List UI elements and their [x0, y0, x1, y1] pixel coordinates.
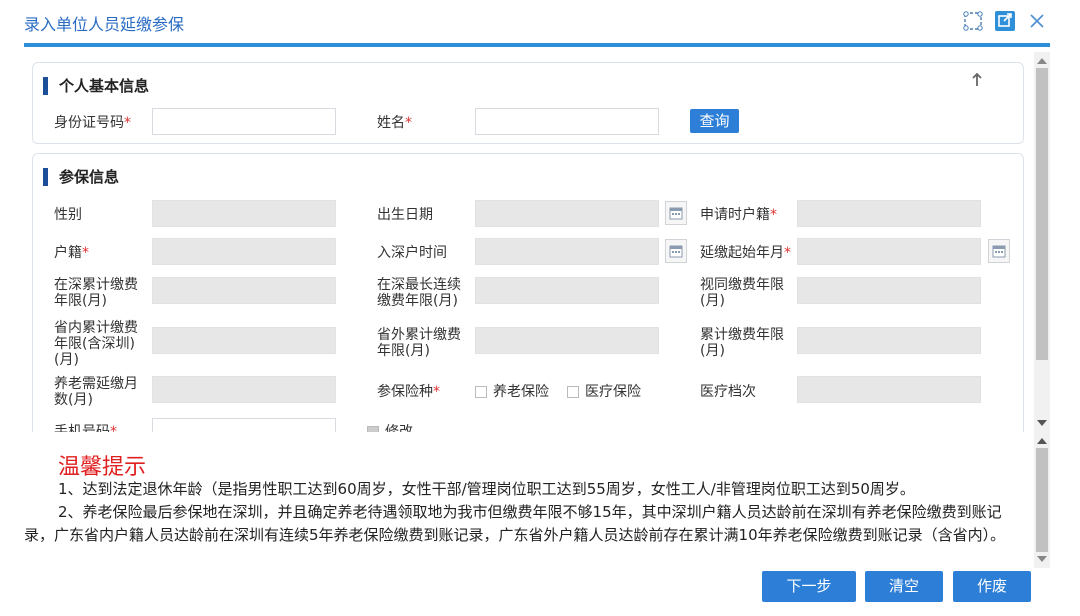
medical-checkbox[interactable]: 医疗保险	[567, 384, 641, 400]
pension-need-months-field	[152, 376, 336, 403]
enter-sz-date-label: 入深户时间	[377, 245, 447, 261]
insurance-types-label-text: 参保险种	[377, 384, 433, 400]
phone-input[interactable]	[152, 418, 336, 432]
calendar-icon[interactable]	[988, 239, 1010, 263]
form-scroll-area: 个人基本信息 身份证号码* 姓名* 查询 参保信息 性别 出生日期 申请时户籍*…	[24, 52, 1030, 432]
modify-checkbox-box[interactable]	[367, 426, 379, 432]
required-mark: *	[82, 245, 89, 261]
section-marker	[43, 167, 48, 186]
insurance-types-label: 参保险种*	[377, 384, 440, 400]
name-input[interactable]	[475, 108, 659, 135]
dialog-titlebar: 录入单位人员延缴参保	[0, 0, 1080, 44]
pension-checkbox[interactable]: 养老保险	[475, 384, 549, 400]
equiv-months-field	[797, 277, 981, 304]
collapse-up-icon[interactable]	[971, 72, 983, 91]
insurance-info-header: 参保信息	[43, 166, 119, 187]
medical-checkbox-label: 医疗保险	[585, 384, 641, 400]
hukou-label-text: 户籍	[54, 245, 82, 261]
dialog-title: 录入单位人员延缴参保	[24, 15, 185, 34]
required-mark: *	[433, 384, 440, 400]
enter-sz-date-field	[475, 238, 659, 265]
scroll-down-arrow[interactable]	[1037, 556, 1047, 562]
titlebar-actions	[962, 10, 1048, 32]
sz-longest-months-label: 在深最长连续缴费年限(月)	[377, 277, 461, 309]
sz-total-months-field	[152, 277, 336, 304]
outside-total-months-field	[475, 327, 659, 354]
total-months-label: 累计缴费年限(月)	[700, 327, 784, 359]
next-step-button[interactable]: 下一步	[762, 571, 856, 602]
void-button[interactable]: 作废	[953, 571, 1031, 602]
basic-info-panel: 个人基本信息 身份证号码* 姓名* 查询	[32, 62, 1024, 144]
required-mark: *	[110, 424, 117, 432]
clear-button[interactable]: 清空	[865, 571, 943, 602]
apply-hukou-label: 申请时户籍*	[700, 207, 777, 223]
birth-date-field	[475, 200, 659, 227]
basic-info-header: 个人基本信息	[43, 75, 149, 96]
phone-label-text: 手机号码	[54, 424, 110, 432]
pension-need-months-label: 养老需延缴月数(月)	[54, 376, 138, 408]
sz-longest-months-field	[475, 277, 659, 304]
apply-hukou-field	[797, 200, 981, 227]
start-month-field	[797, 238, 981, 265]
name-label-text: 姓名	[377, 115, 405, 131]
id-number-input[interactable]	[152, 108, 336, 135]
title-divider	[24, 43, 1050, 47]
form-scrollbar-thumb[interactable]	[1036, 68, 1048, 360]
tips-line-1: 1、达到法定退休年龄（是指男性职工达到60周岁，女性干部/管理岗位职工达到55周…	[58, 480, 915, 498]
popout-icon[interactable]	[994, 10, 1016, 32]
apply-hukou-label-text: 申请时户籍	[700, 207, 770, 223]
gender-label: 性别	[54, 207, 82, 223]
start-month-label-text: 延缴起始年月	[700, 245, 784, 261]
equiv-months-label: 视同缴费年限(月)	[700, 277, 784, 309]
total-months-field	[797, 327, 981, 354]
medical-checkbox-box[interactable]	[567, 386, 579, 398]
tips-scrollbar[interactable]	[1034, 432, 1050, 568]
modify-checkbox-label: 修改	[385, 424, 413, 432]
pension-checkbox-label: 养老保险	[493, 384, 549, 400]
calendar-icon[interactable]	[665, 239, 687, 263]
insurance-info-title: 参保信息	[59, 168, 120, 186]
modify-checkbox[interactable]: 修改	[367, 424, 413, 432]
required-mark: *	[784, 245, 791, 261]
birth-date-label: 出生日期	[377, 207, 433, 223]
pension-checkbox-box[interactable]	[475, 386, 487, 398]
calendar-icon[interactable]	[665, 201, 687, 225]
query-button[interactable]: 查询	[690, 109, 739, 133]
required-mark: *	[124, 115, 131, 131]
prov-total-months-field	[152, 327, 336, 354]
required-mark: *	[770, 207, 777, 223]
medical-level-field	[797, 376, 981, 403]
gender-field	[152, 200, 336, 227]
medical-level-label: 医疗档次	[700, 384, 756, 400]
name-label: 姓名*	[377, 115, 412, 131]
start-month-label: 延缴起始年月*	[700, 245, 791, 261]
insurance-info-panel: 参保信息 性别 出生日期 申请时户籍* 户籍* 入深户时间 延缴起始年月* 在深…	[32, 153, 1024, 432]
outside-total-months-label: 省外累计缴费年限(月)	[377, 327, 461, 359]
scroll-down-arrow[interactable]	[1037, 420, 1047, 426]
tips-scrollbar-thumb[interactable]	[1036, 448, 1048, 552]
tips-title: 温馨提示	[58, 455, 147, 480]
id-number-label-text: 身份证号码	[54, 115, 124, 131]
hukou-field	[152, 238, 336, 265]
scroll-up-arrow[interactable]	[1037, 58, 1047, 64]
sz-total-months-label: 在深累计缴费年限(月)	[54, 277, 138, 309]
close-icon[interactable]	[1026, 10, 1048, 32]
prov-total-months-label: 省内累计缴费年限(含深圳)(月)	[54, 320, 138, 368]
tips-content: 1、达到法定退休年龄（是指男性职工达到60周岁，女性干部/管理岗位职工达到55周…	[24, 478, 1026, 547]
id-number-label: 身份证号码*	[54, 115, 131, 131]
required-mark: *	[405, 115, 412, 131]
tips-line-2: 2、养老保险最后参保地在深圳，并且确定养老待遇领取地为我市但缴费年限不够15年，…	[24, 503, 1006, 544]
form-scrollbar[interactable]	[1034, 52, 1050, 432]
fullscreen-icon[interactable]	[962, 10, 984, 32]
basic-info-title: 个人基本信息	[59, 77, 150, 95]
scroll-up-arrow[interactable]	[1037, 438, 1047, 444]
section-marker	[43, 76, 48, 95]
hukou-label: 户籍*	[54, 245, 89, 261]
phone-label: 手机号码*	[54, 424, 117, 432]
